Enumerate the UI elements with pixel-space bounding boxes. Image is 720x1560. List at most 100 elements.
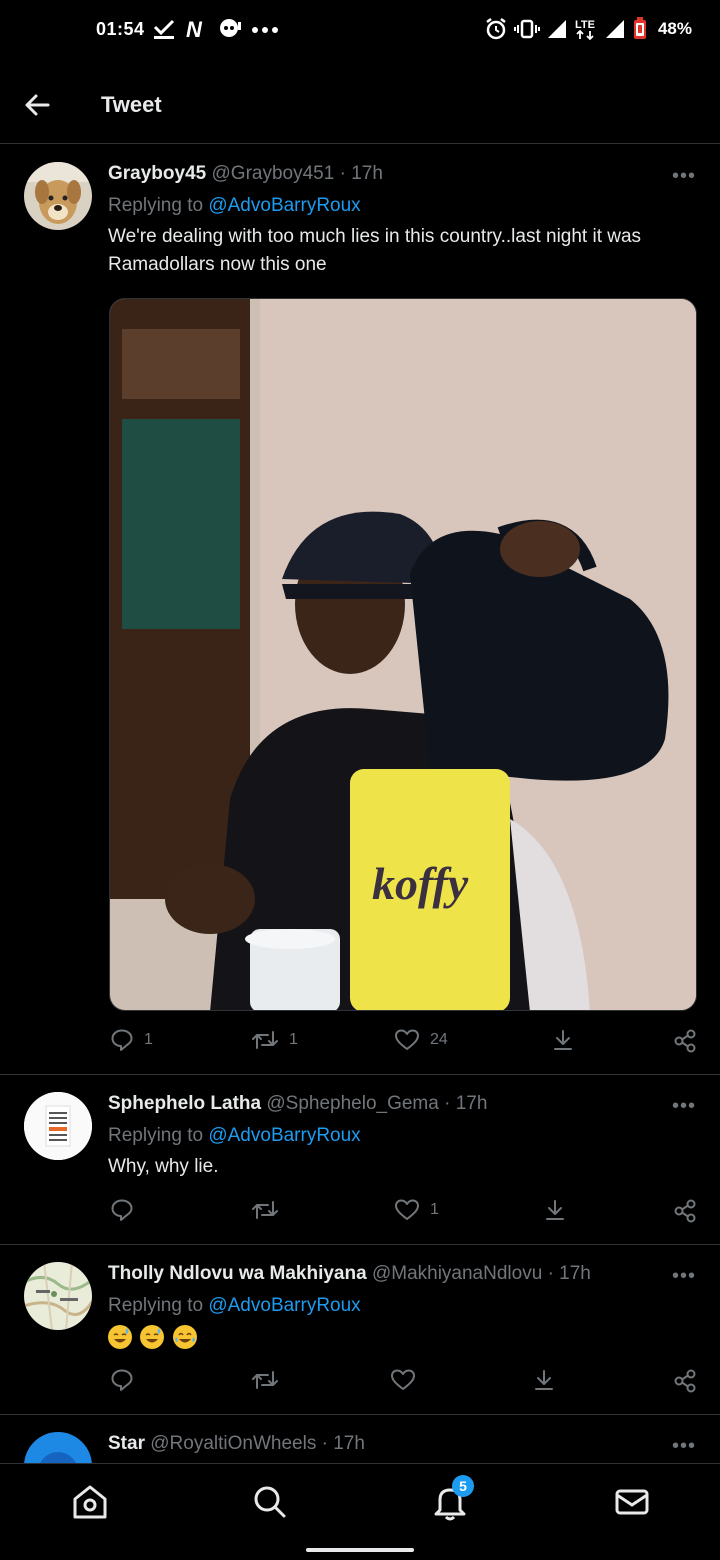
tweet-emojis bbox=[108, 1325, 688, 1358]
search-icon[interactable] bbox=[250, 1482, 290, 1522]
retweet-icon bbox=[252, 1031, 278, 1049]
messages-icon[interactable] bbox=[612, 1482, 652, 1522]
reply-icon bbox=[111, 1029, 133, 1051]
display-name[interactable]: Tholly Ndlovu wa Makhiyana bbox=[108, 1263, 367, 1284]
status-bar: 01:54 N LTE 48% bbox=[0, 0, 720, 60]
check-icon bbox=[153, 19, 175, 39]
retweet-button[interactable]: 1 bbox=[251, 1028, 298, 1052]
download-icon bbox=[554, 1030, 572, 1050]
retweet-count: 1 bbox=[289, 1031, 298, 1048]
more-options-button[interactable]: ••• bbox=[672, 1265, 696, 1288]
tweet-actions: 1 1 24 bbox=[108, 1028, 698, 1058]
tweet[interactable]: Tholly Ndlovu wa Makhiyana @MakhiyanaNdl… bbox=[0, 1245, 720, 1415]
display-name[interactable]: Grayboy45 bbox=[108, 163, 206, 184]
avatar[interactable] bbox=[24, 162, 92, 230]
reply-button[interactable] bbox=[110, 1368, 144, 1392]
download-icon bbox=[546, 1200, 564, 1220]
share-button[interactable] bbox=[672, 1198, 698, 1224]
page-title: Tweet bbox=[101, 92, 162, 117]
bottom-navigation: 5 bbox=[0, 1463, 720, 1560]
arrow-left-icon[interactable] bbox=[20, 88, 54, 122]
download-icon bbox=[535, 1370, 553, 1390]
more-options-button[interactable]: ••• bbox=[672, 1435, 696, 1458]
replying-to: Replying to @AdvoBarryRoux bbox=[108, 195, 361, 217]
tweet[interactable]: Star @RoyaltiOnWheels · 17h ••• bbox=[0, 1415, 720, 1463]
share-icon bbox=[674, 1369, 696, 1393]
notification-icons: N bbox=[152, 16, 280, 42]
tweet-text: We're dealing with too much lies in this… bbox=[108, 226, 642, 275]
tweet[interactable]: Sphephelo Latha @Sphephelo_Gema · 17h ••… bbox=[0, 1075, 720, 1245]
reply-count: 1 bbox=[144, 1031, 153, 1048]
like-button[interactable]: 1 bbox=[394, 1198, 439, 1222]
more-dots-icon bbox=[252, 27, 278, 33]
alarm-icon bbox=[486, 18, 506, 40]
like-count: 24 bbox=[430, 1031, 448, 1048]
tweet-text: Why, why lie. bbox=[108, 1156, 219, 1177]
more-options-button[interactable]: ••• bbox=[672, 1095, 696, 1118]
heart-icon bbox=[395, 1199, 419, 1220]
grinning-sweat-emoji bbox=[108, 1325, 132, 1349]
tweet-meta: Grayboy45 @Grayboy451 · 17h bbox=[108, 163, 383, 185]
more-options-button[interactable]: ••• bbox=[672, 165, 696, 188]
avatar[interactable] bbox=[24, 1262, 92, 1330]
retweet-icon bbox=[252, 1201, 278, 1219]
reply-button[interactable]: 1 bbox=[110, 1028, 153, 1052]
home-indicator-bar[interactable] bbox=[306, 1548, 414, 1552]
tweet-time: · 17h bbox=[339, 163, 383, 184]
replying-handle-link[interactable]: @AdvoBarryRoux bbox=[208, 1125, 360, 1146]
user-handle[interactable]: @Sphephelo_Gema bbox=[266, 1093, 438, 1114]
user-handle[interactable]: @RoyaltiOnWheels bbox=[150, 1433, 316, 1454]
signal-icon bbox=[547, 20, 566, 38]
tweet-time: · 17h bbox=[321, 1433, 365, 1454]
like-button[interactable] bbox=[390, 1368, 426, 1392]
like-count: 1 bbox=[430, 1201, 439, 1218]
avatar[interactable] bbox=[24, 1432, 92, 1463]
replying-to: Replying to @AdvoBarryRoux bbox=[108, 1295, 361, 1317]
display-name[interactable]: Star bbox=[108, 1433, 145, 1454]
replying-label: Replying to bbox=[108, 195, 209, 216]
tweet-actions: 1 bbox=[108, 1198, 698, 1228]
share-button[interactable] bbox=[672, 1368, 698, 1394]
share-button[interactable] bbox=[672, 1028, 698, 1054]
status-time: 01:54 bbox=[96, 19, 145, 39]
replying-to: Replying to @AdvoBarryRoux bbox=[108, 1125, 361, 1147]
share-icon bbox=[674, 1199, 696, 1223]
top-header: Tweet bbox=[0, 66, 720, 144]
tweet-time: · 17h bbox=[444, 1093, 488, 1114]
display-name[interactable]: Sphephelo Latha bbox=[108, 1093, 261, 1114]
replying-handle-link[interactable]: @AdvoBarryRoux bbox=[208, 195, 360, 216]
tweet-actions bbox=[108, 1368, 698, 1398]
share-icon bbox=[674, 1029, 696, 1053]
messenger-icon bbox=[220, 19, 241, 37]
battery-percent: 48% bbox=[657, 19, 692, 38]
tweet[interactable]: Grayboy45 @Grayboy451 · 17h ••• Replying… bbox=[0, 145, 720, 1075]
heart-icon bbox=[391, 1369, 415, 1390]
netflix-icon: N bbox=[186, 18, 203, 40]
home-icon[interactable] bbox=[70, 1482, 110, 1522]
download-button[interactable] bbox=[543, 1198, 567, 1222]
user-handle[interactable]: @Grayboy451 bbox=[212, 163, 335, 184]
battery-icon bbox=[633, 17, 646, 39]
tweet-time: · 17h bbox=[547, 1263, 591, 1284]
signal-icon-2 bbox=[605, 20, 624, 38]
reply-button[interactable] bbox=[110, 1198, 144, 1222]
user-handle[interactable]: @MakhiyanaNdlovu bbox=[372, 1263, 542, 1284]
lte-icon: LTE bbox=[575, 19, 595, 41]
replying-handle-link[interactable]: @AdvoBarryRoux bbox=[208, 1295, 360, 1316]
tweet-image[interactable]: koffy bbox=[109, 298, 697, 1011]
reply-icon bbox=[111, 1199, 133, 1221]
download-button[interactable] bbox=[532, 1368, 556, 1392]
retweet-icon bbox=[252, 1371, 278, 1389]
system-icons: LTE 48% bbox=[484, 16, 692, 42]
download-button[interactable] bbox=[551, 1028, 575, 1052]
tears-of-joy-emoji bbox=[172, 1325, 197, 1349]
like-button[interactable]: 24 bbox=[394, 1028, 448, 1052]
tweet-meta: Tholly Ndlovu wa Makhiyana @MakhiyanaNdl… bbox=[108, 1263, 591, 1285]
avatar[interactable] bbox=[24, 1092, 92, 1160]
svg-text:koffy: koffy bbox=[372, 858, 469, 909]
tweet-meta: Sphephelo Latha @Sphephelo_Gema · 17h bbox=[108, 1093, 487, 1115]
retweet-button[interactable] bbox=[251, 1368, 289, 1392]
replying-label: Replying to bbox=[108, 1125, 209, 1146]
retweet-button[interactable] bbox=[251, 1198, 289, 1222]
heart-icon bbox=[395, 1029, 419, 1050]
